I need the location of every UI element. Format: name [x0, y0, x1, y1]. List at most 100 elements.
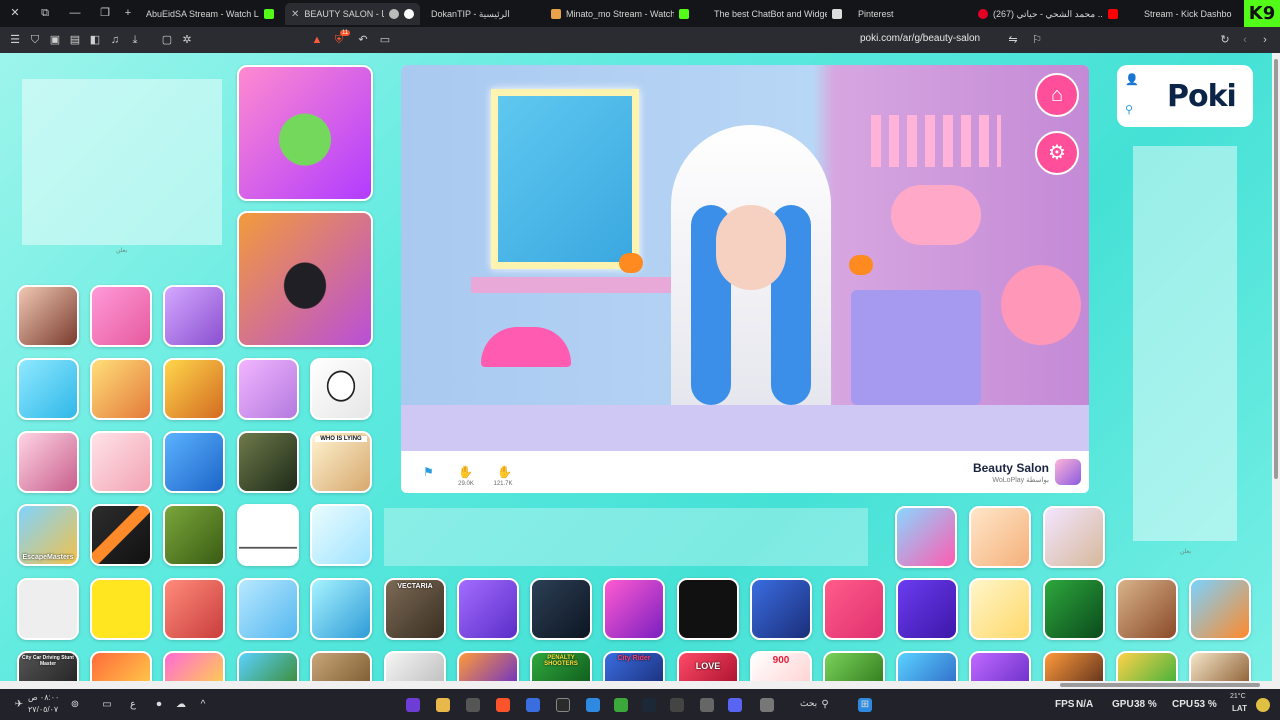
horizontal-scroll-thumb[interactable] [1060, 683, 1260, 687]
start-icon[interactable]: ⊞ [858, 698, 872, 712]
tab-beauty-salon[interactable]: ✕ BEAUTY SALON - مجانًا [285, 3, 420, 25]
network-icon[interactable]: ✈ [12, 698, 26, 712]
game-tile-jungle[interactable] [1043, 578, 1105, 640]
home-button[interactable]: ⌂ [1035, 73, 1079, 117]
game-tile-scary-teacher[interactable] [237, 431, 299, 493]
tab-chatbot[interactable]: The best ChatBot and Widgets [708, 3, 848, 25]
game-tile-runner[interactable] [896, 578, 958, 640]
sidebar-toggle-icon[interactable]: ◧ [88, 33, 102, 47]
ad-slot-right[interactable] [1133, 146, 1237, 541]
settings-gear-icon[interactable]: ⚙ [1035, 131, 1079, 175]
game-tile-dino-run[interactable] [237, 651, 299, 681]
search-box[interactable]: بحث [800, 698, 817, 709]
game-tile-wednesday-dressup[interactable] [237, 211, 373, 347]
game-tile-blocks[interactable] [163, 651, 225, 681]
game-tile-hotel[interactable] [163, 431, 225, 493]
clock-time[interactable]: ٠٨:٠٠ ص [28, 693, 59, 702]
game-tile-monster-dressup[interactable] [163, 285, 225, 347]
game-tile-vectaria[interactable]: VECTARIA [384, 578, 446, 640]
shield-icon[interactable]: ⛉ [28, 33, 42, 47]
cast-icon[interactable]: ▭ [378, 33, 392, 47]
brave-rewards-icon[interactable]: ▲ [310, 33, 324, 47]
game-tile-cowboy[interactable] [1189, 651, 1251, 681]
game-tile-boat[interactable] [1189, 578, 1251, 640]
game-tile-robot[interactable] [530, 578, 592, 640]
show-hidden-icon[interactable]: ^ [196, 698, 210, 712]
tab-youtube[interactable]: (267) محمد الشحي - حياتي .. [972, 3, 1132, 25]
game-tile-brain-test[interactable] [90, 431, 152, 493]
ad-slot-bottom[interactable] [384, 508, 868, 566]
download-icon[interactable]: ⤓ [128, 33, 142, 47]
game-tile-minecraft[interactable] [310, 651, 372, 681]
game-tile-craft[interactable] [896, 651, 958, 681]
game-tile-fashion-shop[interactable] [90, 358, 152, 420]
mic-icon[interactable]: ⏺ [152, 698, 166, 712]
game-tile-makeup-artist[interactable] [17, 285, 79, 347]
game-tile-foot-doctor[interactable] [17, 358, 79, 420]
game-tile-escape-masters[interactable]: EscapeMasters [17, 504, 79, 566]
game-tile-hair-salon[interactable] [237, 65, 373, 201]
minimize-icon[interactable]: — [68, 6, 82, 20]
weather-temp[interactable]: 21°C [1230, 693, 1246, 700]
screenshot-icon[interactable]: ▢ [160, 33, 174, 47]
game-tile-water-park[interactable] [310, 578, 372, 640]
back-icon[interactable]: ‹ [1238, 33, 1252, 47]
game-tile-temple-run[interactable] [163, 504, 225, 566]
user-icon[interactable]: 👤 [1125, 73, 1139, 86]
game-tile-jelly-race[interactable] [823, 578, 885, 640]
reader-icon[interactable]: ▤ [68, 33, 82, 47]
game-tile-penalty-shooters[interactable]: PENALTY SHOOTERS [530, 651, 592, 681]
game-tile-cat-pizza[interactable] [969, 506, 1031, 568]
music-icon[interactable]: ♫ [108, 33, 122, 47]
page-scrollbar[interactable] [1272, 53, 1280, 681]
forward-icon[interactable]: › [1258, 33, 1272, 47]
game-tile-home-design[interactable] [1043, 506, 1105, 568]
game-tile-dino[interactable] [237, 504, 299, 566]
game-tile-love[interactable]: LOVE [677, 651, 739, 681]
cloud-icon[interactable]: ☁ [174, 698, 188, 712]
bookmark-icon[interactable]: ⚐ [1030, 33, 1044, 47]
game-tile-horror[interactable] [677, 578, 739, 640]
report-flag-icon[interactable]: ⚑ [423, 465, 434, 479]
wallet-icon[interactable]: ▣ [48, 33, 62, 47]
app-icon-4[interactable] [670, 698, 684, 712]
tab-abueidsa[interactable]: AbuEidSA Stream - Watch Live [140, 3, 280, 25]
game-tile-scary-teacher-2[interactable] [163, 578, 225, 640]
game-tile-bunny-baby[interactable] [237, 358, 299, 420]
game-tile-city-car[interactable]: City Car Driving Stunt Master [17, 651, 79, 681]
game-tile-princess[interactable] [17, 431, 79, 493]
app-icon-3[interactable] [586, 698, 600, 712]
game-tile-balls[interactable] [90, 651, 152, 681]
game-tile-subway-surfers[interactable] [163, 358, 225, 420]
reload-icon[interactable]: ↻ [1218, 33, 1232, 47]
game-tile-tractor[interactable] [823, 651, 885, 681]
game-tile-soccer[interactable] [384, 651, 446, 681]
horizontal-scrollbar[interactable] [0, 681, 1280, 689]
game-tile-nail-salon[interactable] [90, 285, 152, 347]
game-tile-block-puzzle[interactable] [750, 578, 812, 640]
game-tile-fighters[interactable] [457, 651, 519, 681]
terminal-icon[interactable] [556, 698, 570, 712]
close-tab-icon[interactable]: ✕ [291, 9, 299, 20]
game-tile-happy-glass[interactable] [310, 504, 372, 566]
search-icon[interactable]: ⚲ [1125, 103, 1133, 116]
game-tile-snake[interactable] [603, 578, 665, 640]
game-tile-helix[interactable] [90, 578, 152, 640]
brave-icon[interactable] [496, 698, 510, 712]
discord-icon[interactable] [728, 698, 742, 712]
history-back-icon[interactable]: ↶ [356, 33, 370, 47]
game-tile-purple[interactable] [969, 651, 1031, 681]
file-explorer-icon[interactable] [436, 698, 450, 712]
poki-logo[interactable]: Poki [1167, 79, 1237, 114]
game-tile-halloween[interactable] [1043, 651, 1105, 681]
dislike-icon[interactable]: ✋ [458, 465, 473, 479]
ad-slot-left[interactable] [22, 79, 222, 245]
game-tile-lipstick[interactable] [310, 358, 372, 420]
tune-icon[interactable]: ⇋ [1006, 33, 1020, 47]
language-indicator[interactable]: LAT [1232, 704, 1247, 713]
clock-date[interactable]: ٢٧/٠٥/٠٧ [28, 705, 58, 714]
game-tile-who-is-lying[interactable]: WHO IS LYING [310, 431, 372, 493]
notifications-icon[interactable]: ⊚ [68, 698, 82, 712]
ime-icon[interactable]: ع [126, 698, 140, 712]
game-frame[interactable]: ⌂ ⚙ ⚑ ✋ 29.0K ✋ 121.7K Beauty Salon WoLo… [401, 65, 1089, 493]
